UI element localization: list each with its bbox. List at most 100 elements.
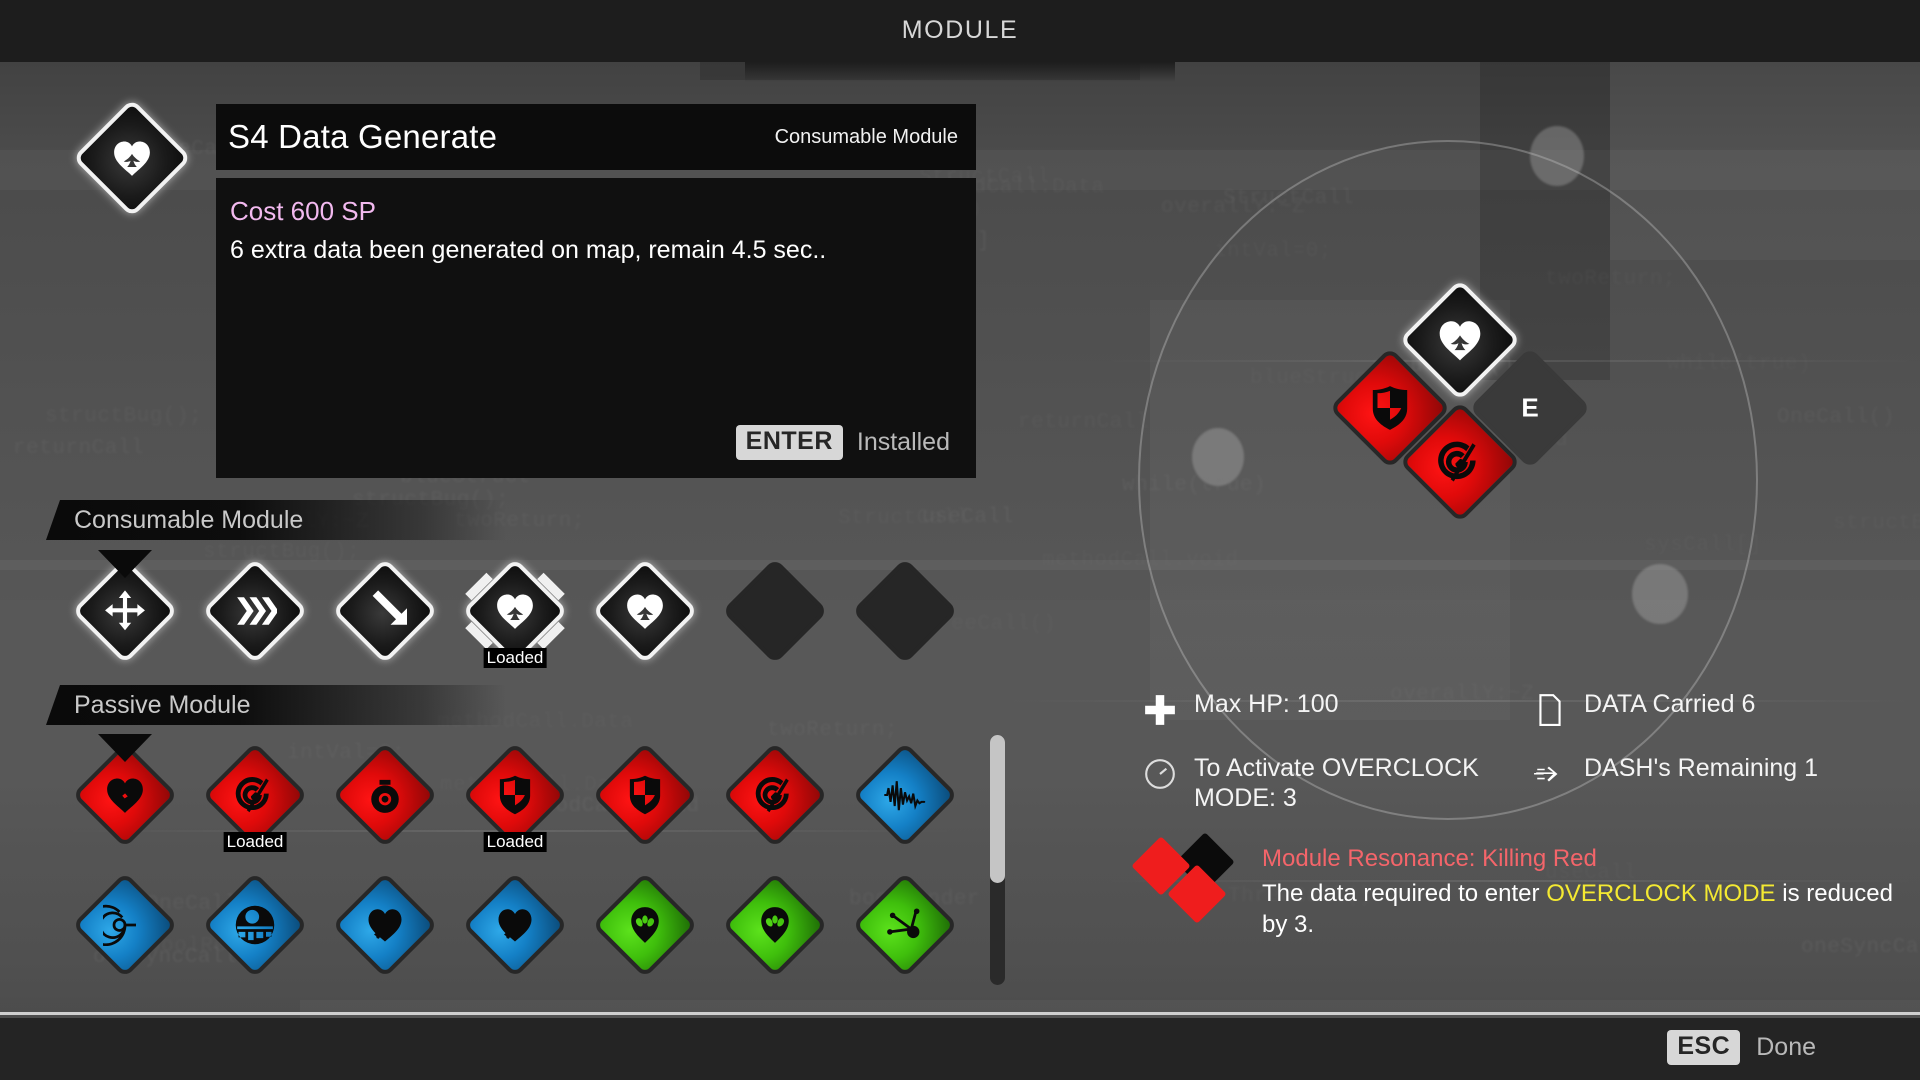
module-diamond xyxy=(721,871,829,979)
top-bar: MODULE xyxy=(0,0,1920,62)
module-diamond xyxy=(201,871,309,979)
module-diamond xyxy=(591,741,699,849)
module-list-scrollbar[interactable] xyxy=(990,735,1005,985)
bg-orb xyxy=(1530,126,1584,186)
module-slot[interactable] xyxy=(721,741,829,849)
module-slot[interactable]: E xyxy=(1469,347,1591,469)
bg-orb xyxy=(1632,564,1688,624)
stat-item: To Activate OVERCLOCK MODE: 3 xyxy=(1140,754,1530,813)
stat-label: Max HP: 100 xyxy=(1194,690,1339,718)
bg-code-line: structBug(); xyxy=(45,405,203,428)
bg-code-line: twoReturn; xyxy=(767,719,899,742)
module-slot[interactable] xyxy=(331,741,439,849)
module-slot[interactable]: Loaded xyxy=(461,741,569,852)
health-cross-icon xyxy=(1140,690,1180,730)
module-diamond xyxy=(851,557,959,665)
stat-label: DASH's Remaining 1 xyxy=(1584,754,1819,782)
consumable-module-grid[interactable]: Loaded xyxy=(71,550,982,668)
slot-key-label: E xyxy=(1521,392,1539,423)
top-bar-tab-extension xyxy=(745,62,1175,82)
bg-code-line: intVal=0; xyxy=(1214,240,1332,263)
resonance-diamonds-icon xyxy=(1131,832,1240,924)
data-file-icon xyxy=(1530,690,1570,730)
consumable-module-label: Consumable Module xyxy=(74,505,304,534)
module-slot[interactable]: Loaded xyxy=(201,741,309,852)
detail-action-row[interactable]: ENTER Installed xyxy=(735,425,950,460)
module-screen: ThreeCall()twoReturn;OneCall()useCallStr… xyxy=(0,0,1920,1080)
passive-module-grid-row-1[interactable]: Loaded Loaded xyxy=(71,734,982,852)
resonance-text-part1: The data required to enter xyxy=(1262,880,1547,908)
resonance-description: The data required to enter OVERCLOCK MOD… xyxy=(1262,878,1900,940)
module-slot[interactable]: Loaded xyxy=(461,557,569,668)
module-type: Consumable Module xyxy=(774,125,958,148)
detail-module-icon xyxy=(72,98,192,218)
module-slot[interactable] xyxy=(851,871,959,979)
page-title: MODULE xyxy=(901,16,1019,44)
module-slot[interactable] xyxy=(721,871,829,979)
module-diamond xyxy=(721,557,829,665)
scrollbar-thumb[interactable] xyxy=(990,735,1005,883)
install-status-label: Installed xyxy=(856,428,950,456)
module-diamond xyxy=(201,557,309,665)
bottom-bar: ESC Done xyxy=(0,1012,1920,1080)
bg-code-line: while(true) xyxy=(1122,474,1267,497)
module-diamond xyxy=(331,741,439,849)
stat-label: DATA Carried 6 xyxy=(1584,690,1756,718)
module-diamond xyxy=(331,557,439,665)
module-cost: Cost 600 SP xyxy=(230,196,376,226)
module-diamond xyxy=(851,741,959,849)
esc-key-chip[interactable]: ESC xyxy=(1667,1030,1741,1065)
module-slot[interactable] xyxy=(71,734,179,849)
module-slot[interactable] xyxy=(851,741,959,849)
detail-body: Cost 600 SP 6 extra data been generated … xyxy=(216,178,976,478)
module-slot[interactable] xyxy=(201,871,309,979)
module-slot[interactable] xyxy=(331,557,439,665)
bg-code-line: while(true) xyxy=(1667,353,1812,376)
enter-key-chip[interactable]: ENTER xyxy=(735,425,843,460)
bg-slab xyxy=(300,1000,1920,1018)
module-description: 6 extra data been generated on map, rema… xyxy=(230,236,827,264)
equipped-modules-cluster[interactable]: E xyxy=(1329,279,1591,540)
module-detail-panel: S4 Data Generate Consumable Module Cost … xyxy=(216,104,976,478)
module-slot[interactable] xyxy=(201,557,309,665)
module-slot[interactable] xyxy=(591,871,699,979)
bottom-rule xyxy=(0,1012,1920,1015)
module-slot-empty[interactable] xyxy=(851,557,959,665)
module-slot[interactable] xyxy=(71,871,179,979)
loaded-badge: Loaded xyxy=(483,832,547,852)
passive-module-banner: Passive Module xyxy=(46,685,506,725)
module-diamond xyxy=(331,871,439,979)
module-resonance: Module Resonance: Killing Red The data r… xyxy=(1131,832,1900,941)
resonance-title: Module Resonance: Killing Red xyxy=(1262,845,1597,872)
module-slot[interactable] xyxy=(331,871,439,979)
module-diamond xyxy=(591,871,699,979)
module-diamond xyxy=(721,741,829,849)
bg-code-line: sysCall[] xyxy=(1644,534,1762,557)
consumable-module-banner: Consumable Module xyxy=(46,500,506,540)
detail-header: S4 Data Generate Consumable Module xyxy=(216,104,976,170)
bg-code-line: methodCall.void xyxy=(1042,549,1239,572)
module-slot[interactable] xyxy=(71,550,179,665)
loaded-badge: Loaded xyxy=(483,648,547,668)
stats-panel: Max HP: 100 DATA Carried 6 To Activate OVE… xyxy=(1131,690,1900,941)
selection-caret xyxy=(98,734,152,762)
module-slot[interactable] xyxy=(591,557,699,665)
module-name: S4 Data Generate xyxy=(228,118,498,155)
stat-label: To Activate OVERCLOCK MODE: 3 xyxy=(1194,754,1479,812)
module-slot-empty[interactable] xyxy=(721,557,829,665)
done-label: Done xyxy=(1756,1033,1816,1061)
bg-code-line: structBug() xyxy=(1833,512,1920,535)
selection-caret xyxy=(98,550,152,578)
module-diamond xyxy=(591,557,699,665)
passive-module-label: Passive Module xyxy=(74,690,251,719)
module-diamond xyxy=(851,871,959,979)
module-diamond xyxy=(461,871,569,979)
resonance-highlight: OVERCLOCK MODE xyxy=(1546,880,1776,908)
stat-item: DATA Carried 6 xyxy=(1530,690,1900,730)
passive-module-grid-row-2[interactable] xyxy=(71,871,982,979)
module-slot[interactable] xyxy=(591,741,699,849)
done-action[interactable]: ESC Done xyxy=(1667,1030,1816,1065)
module-slot[interactable] xyxy=(461,871,569,979)
loaded-badge: Loaded xyxy=(223,832,287,852)
bg-code-line: returnCall xyxy=(1018,411,1150,434)
